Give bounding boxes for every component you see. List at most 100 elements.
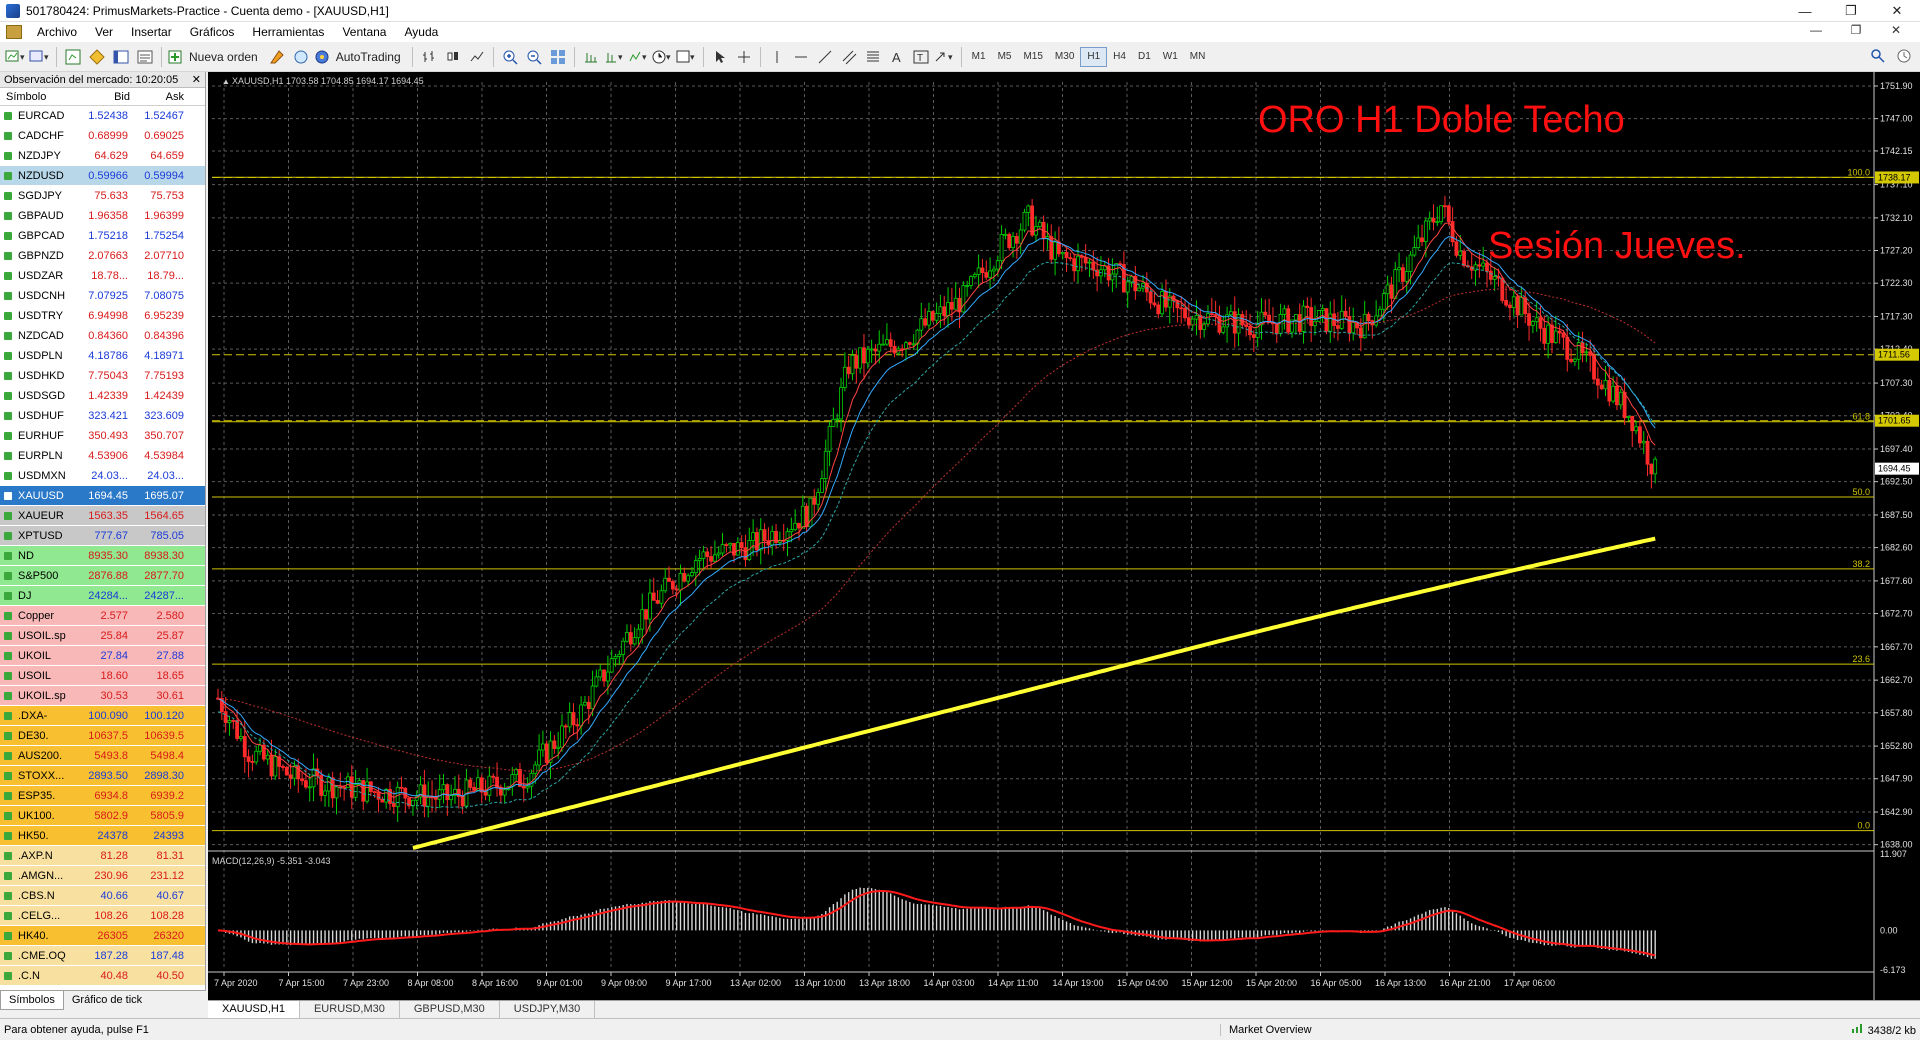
timeframe-h1[interactable]: H1 xyxy=(1080,46,1108,67)
market-watch-row[interactable]: GBPCAD 1.75218 1.75254 xyxy=(0,226,205,246)
timeframe-m30[interactable]: M30 xyxy=(1049,47,1080,67)
navigator-icon[interactable] xyxy=(110,46,132,68)
col-ask[interactable]: Ask xyxy=(130,91,190,103)
search-icon[interactable] xyxy=(1870,48,1886,67)
terminal-icon[interactable] xyxy=(134,46,156,68)
market-watch-row[interactable]: GBPAUD 1.96358 1.96399 xyxy=(0,206,205,226)
market-watch-row[interactable]: SGDJPY 75.633 75.753 xyxy=(0,186,205,206)
market-watch-row[interactable]: HK40. 26305 26320 xyxy=(0,926,205,946)
timeframe-mn[interactable]: MN xyxy=(1184,47,1212,67)
zoom-out-icon[interactable] xyxy=(523,46,545,68)
market-watch-row[interactable]: NZDJPY 64.629 64.659 xyxy=(0,146,205,166)
market-watch-row[interactable]: .CME.OQ 187.28 187.48 xyxy=(0,946,205,966)
market-watch-row[interactable]: .DXA- 100.090 100.120 xyxy=(0,706,205,726)
price-chart[interactable]: 100.0 61.8 50.0 38.2 23.6 0.0 ▲ XAUUSD,H1 1703.… xyxy=(208,72,1920,1000)
maximize-icon[interactable]: ❐ xyxy=(1828,0,1874,22)
market-watch-row[interactable]: USDTRY 6.94998 6.95239 xyxy=(0,306,205,326)
tab-tick-chart[interactable]: Gráfico de tick xyxy=(64,991,150,1010)
arrows-icon[interactable]: ▾ xyxy=(934,46,956,68)
market-watch-row[interactable]: AUS200. 5493.8 5498.4 xyxy=(0,746,205,766)
market-watch-row[interactable]: NZDUSD 0.59966 0.59994 xyxy=(0,166,205,186)
tab-symbols[interactable]: Símbolos xyxy=(0,991,64,1010)
autoscroll-icon[interactable] xyxy=(580,46,602,68)
col-bid[interactable]: Bid xyxy=(80,91,130,103)
data-window-icon[interactable] xyxy=(86,46,108,68)
market-watch-row[interactable]: USDHKD 7.75043 7.75193 xyxy=(0,366,205,386)
timeframe-m5[interactable]: M5 xyxy=(992,47,1018,67)
market-watch-row[interactable]: UKOIL 27.84 27.88 xyxy=(0,646,205,666)
new-chart-button[interactable]: ▾ xyxy=(5,46,27,68)
chart-window[interactable]: 100.0 61.8 50.0 38.2 23.6 0.0 ▲ XAUUSD,H1 1703.… xyxy=(208,72,1920,1000)
menu-insertar[interactable]: Insertar xyxy=(122,25,181,39)
market-watch-row[interactable]: Copper 2.577 2.580 xyxy=(0,606,205,626)
market-watch-row[interactable]: CADCHF 0.68999 0.69025 xyxy=(0,126,205,146)
periods-icon[interactable]: ▾ xyxy=(652,46,674,68)
status-profile[interactable]: Market Overview xyxy=(1220,1023,1400,1036)
chart-tab-eurusd[interactable]: EURUSD,M30 xyxy=(300,1001,400,1018)
market-watch-row[interactable]: .AMGN... 230.96 231.12 xyxy=(0,866,205,886)
tile-windows-icon[interactable] xyxy=(547,46,569,68)
indicators-icon[interactable]: ▾ xyxy=(628,46,650,68)
market-watch-row[interactable]: USDSGD 1.42339 1.42439 xyxy=(0,386,205,406)
market-watch-row[interactable]: USDCNH 7.07925 7.08075 xyxy=(0,286,205,306)
market-watch-icon[interactable] xyxy=(62,46,84,68)
profiles-button[interactable]: ▾ xyxy=(29,46,51,68)
chart-tab-gbpusd[interactable]: GBPUSD,M30 xyxy=(400,1001,500,1018)
child-minimize-icon[interactable]: — xyxy=(1796,23,1836,37)
market-watch-row[interactable]: USDMXN 24.03... 24.03... xyxy=(0,466,205,486)
menu-graficos[interactable]: Gráficos xyxy=(181,25,244,39)
market-watch-row[interactable]: USOIL.sp 25.84 25.87 xyxy=(0,626,205,646)
market-watch-row[interactable]: S&P500 2876.88 2877.70 xyxy=(0,566,205,586)
horizontal-line-icon[interactable] xyxy=(790,46,812,68)
market-watch-row[interactable]: EURCAD 1.52438 1.52467 xyxy=(0,106,205,126)
strategy-tester-icon[interactable] xyxy=(290,46,312,68)
market-watch-row[interactable]: UKOIL.sp 30.53 30.61 xyxy=(0,686,205,706)
market-watch-row[interactable]: UK100. 5802.9 5805.9 xyxy=(0,806,205,826)
market-watch-row[interactable]: .CBS.N 40.66 40.67 xyxy=(0,886,205,906)
col-symbol[interactable]: Símbolo xyxy=(0,91,80,103)
new-order-button[interactable]: Nueva orden xyxy=(167,46,264,68)
menu-ver[interactable]: Ver xyxy=(86,25,122,39)
menu-herramientas[interactable]: Herramientas xyxy=(243,25,333,39)
market-watch-row[interactable]: EURHUF 350.493 350.707 xyxy=(0,426,205,446)
market-watch-row[interactable]: NZDCAD 0.84360 0.84396 xyxy=(0,326,205,346)
trendline-icon[interactable] xyxy=(814,46,836,68)
market-watch-row[interactable]: ESP35. 6934.8 6939.2 xyxy=(0,786,205,806)
market-watch-row[interactable]: HK50. 24378 24393 xyxy=(0,826,205,846)
menu-ventana[interactable]: Ventana xyxy=(333,25,395,39)
minimize-icon[interactable]: — xyxy=(1782,0,1828,22)
market-watch-row[interactable]: XAUEUR 1563.35 1564.65 xyxy=(0,506,205,526)
market-watch-row[interactable]: USOIL 18.60 18.65 xyxy=(0,666,205,686)
market-watch-row[interactable]: XAUUSD 1694.45 1695.07 xyxy=(0,486,205,506)
market-watch-row[interactable]: GBPNZD 2.07663 2.07710 xyxy=(0,246,205,266)
market-watch-row[interactable]: USDHUF 323.421 323.609 xyxy=(0,406,205,426)
market-watch-row[interactable]: DJ 24284... 24287... xyxy=(0,586,205,606)
market-watch-row[interactable]: EURPLN 4.53906 4.53984 xyxy=(0,446,205,466)
autotrading-button[interactable]: AutoTrading xyxy=(314,46,407,68)
market-watch-row[interactable]: ND 8935.30 8938.30 xyxy=(0,546,205,566)
timeframe-m1[interactable]: M1 xyxy=(966,47,992,67)
timeframe-d1[interactable]: D1 xyxy=(1132,47,1157,67)
timeframe-w1[interactable]: W1 xyxy=(1157,47,1184,67)
child-close-icon[interactable]: ✕ xyxy=(1876,23,1916,37)
market-watch-row[interactable]: .C.N 40.48 40.50 xyxy=(0,966,205,986)
vertical-line-icon[interactable] xyxy=(766,46,788,68)
close-icon[interactable]: ✕ xyxy=(1874,0,1920,22)
bar-chart-icon[interactable] xyxy=(418,46,440,68)
line-chart-icon[interactable] xyxy=(466,46,488,68)
menu-ayuda[interactable]: Ayuda xyxy=(395,25,447,39)
chart-tab-usdjpy[interactable]: USDJPY,M30 xyxy=(500,1001,596,1018)
chart-shift-icon[interactable]: ▾ xyxy=(604,46,626,68)
timeframe-h4[interactable]: H4 xyxy=(1107,47,1132,67)
market-watch-row[interactable]: USDZAR 18.78... 18.79... xyxy=(0,266,205,286)
text-label-icon[interactable]: T xyxy=(910,46,932,68)
market-watch-row[interactable]: STOXX... 2893.50 2898.30 xyxy=(0,766,205,786)
market-watch-row[interactable]: USDPLN 4.18786 4.18971 xyxy=(0,346,205,366)
market-watch-row[interactable]: DE30. 10637.5 10639.5 xyxy=(0,726,205,746)
panel-close-icon[interactable]: ✕ xyxy=(192,73,201,86)
fibonacci-icon[interactable] xyxy=(862,46,884,68)
menu-archivo[interactable]: Archivo xyxy=(28,25,86,39)
cursor-icon[interactable] xyxy=(709,46,731,68)
community-icon[interactable] xyxy=(1896,48,1912,67)
market-watch-row[interactable]: .AXP.N 81.28 81.31 xyxy=(0,846,205,866)
